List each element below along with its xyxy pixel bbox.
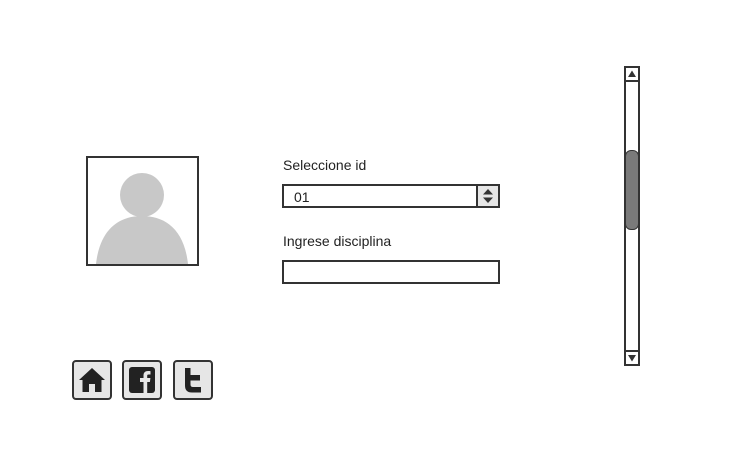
id-spinner[interactable]: 01 (282, 184, 500, 208)
discipline-input[interactable] (282, 260, 500, 284)
id-spinner-value: 01 (294, 189, 310, 205)
spinner-arrows[interactable] (476, 186, 498, 206)
triangle-down-icon[interactable] (626, 352, 638, 364)
facebook-button[interactable] (122, 360, 162, 400)
facebook-icon[interactable] (127, 365, 157, 395)
up-down-arrows-icon[interactable] (478, 186, 498, 206)
triangle-up-icon[interactable] (626, 68, 638, 80)
vertical-scrollbar[interactable] (624, 66, 640, 366)
scroll-up-button[interactable] (626, 68, 638, 82)
avatar-placeholder (86, 156, 199, 266)
home-button[interactable] (72, 360, 112, 400)
scroll-down-button[interactable] (626, 350, 638, 364)
twitter-icon[interactable] (178, 365, 208, 395)
twitter-button[interactable] (173, 360, 213, 400)
home-icon[interactable] (77, 365, 107, 395)
user-silhouette-icon (96, 173, 188, 264)
id-label: Seleccione id (283, 157, 367, 173)
discipline-label: Ingrese disciplina (283, 233, 392, 249)
scroll-thumb[interactable] (625, 149, 639, 230)
